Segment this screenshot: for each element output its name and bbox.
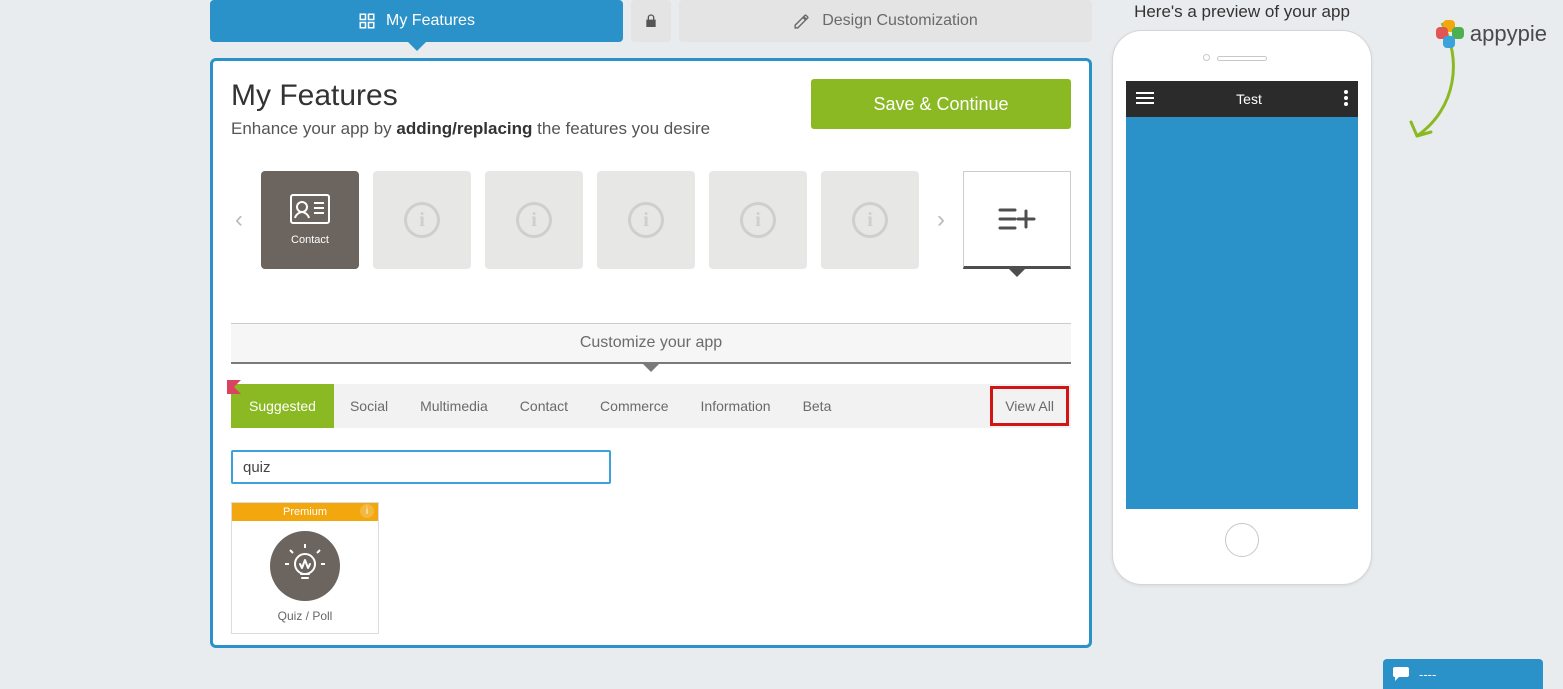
page-subtitle: Enhance your app by adding/replacing the… xyxy=(231,119,710,139)
add-feature-button[interactable] xyxy=(963,171,1071,269)
category-information[interactable]: Information xyxy=(685,384,787,428)
category-commerce[interactable]: Commerce xyxy=(584,384,684,428)
tab-my-features-label: My Features xyxy=(386,12,475,30)
chat-label: ---- xyxy=(1419,667,1436,682)
phone-screen: Test xyxy=(1126,81,1358,509)
lock-icon xyxy=(643,13,659,29)
preview-heading: Here's a preview of your app xyxy=(1112,2,1372,22)
phone-preview: Test xyxy=(1112,30,1372,585)
tab-design-customization[interactable]: Design Customization xyxy=(679,0,1092,42)
app-title: Test xyxy=(1236,91,1262,107)
phone-home-button xyxy=(1225,523,1259,557)
customize-strip: Customize your app xyxy=(231,323,1071,364)
category-beta[interactable]: Beta xyxy=(787,384,848,428)
tab-design-label: Design Customization xyxy=(822,12,978,30)
info-icon: i xyxy=(740,202,776,238)
grid-icon xyxy=(358,12,376,30)
save-continue-button[interactable]: Save & Continue xyxy=(811,79,1071,129)
info-icon: i xyxy=(516,202,552,238)
chat-icon xyxy=(1393,667,1409,681)
phone-camera-icon xyxy=(1203,54,1210,61)
info-icon: i xyxy=(852,202,888,238)
features-panel: My Features Enhance your app by adding/r… xyxy=(210,58,1092,648)
category-suggested[interactable]: Suggested xyxy=(231,384,334,428)
carousel-next[interactable]: › xyxy=(933,206,949,234)
category-social[interactable]: Social xyxy=(334,384,404,428)
feature-slot-empty[interactable]: i xyxy=(709,171,807,269)
page-title: My Features xyxy=(231,79,710,113)
brand-name: appypie xyxy=(1470,21,1547,47)
info-icon: i xyxy=(360,504,374,518)
edit-icon xyxy=(793,13,810,30)
tab-my-features[interactable]: My Features xyxy=(210,0,623,42)
lightbulb-icon xyxy=(270,531,340,601)
feature-slot-empty[interactable]: i xyxy=(597,171,695,269)
feature-card-quiz-poll[interactable]: Premium i Quiz / Poll xyxy=(231,502,379,634)
list-plus-icon xyxy=(997,205,1037,233)
info-icon: i xyxy=(628,202,664,238)
feature-slot-contact[interactable]: Contact xyxy=(261,171,359,269)
feature-slot-empty[interactable]: i xyxy=(821,171,919,269)
contact-card-icon xyxy=(290,194,330,224)
feature-slot-empty[interactable]: i xyxy=(485,171,583,269)
hamburger-icon[interactable] xyxy=(1136,91,1154,108)
category-contact[interactable]: Contact xyxy=(504,384,584,428)
feature-slot-empty[interactable]: i xyxy=(373,171,471,269)
phone-speaker-icon xyxy=(1217,56,1267,61)
category-view-all[interactable]: View All xyxy=(990,386,1069,426)
brand-logo: appypie xyxy=(1436,20,1547,48)
category-bar: Suggested Social Multimedia Contact Comm… xyxy=(231,384,1071,428)
logo-icon xyxy=(1436,20,1464,48)
category-multimedia[interactable]: Multimedia xyxy=(404,384,504,428)
tab-lock[interactable] xyxy=(631,0,671,42)
info-icon: i xyxy=(404,202,440,238)
feature-slot-label: Contact xyxy=(291,234,329,246)
chat-widget[interactable]: ---- xyxy=(1383,659,1543,689)
carousel-prev[interactable]: ‹ xyxy=(231,206,247,234)
feature-search-input[interactable] xyxy=(231,450,611,484)
app-bar: Test xyxy=(1126,81,1358,117)
kebab-icon[interactable] xyxy=(1344,90,1348,109)
feature-card-label: Quiz / Poll xyxy=(278,609,333,623)
premium-badge: Premium xyxy=(283,506,327,518)
